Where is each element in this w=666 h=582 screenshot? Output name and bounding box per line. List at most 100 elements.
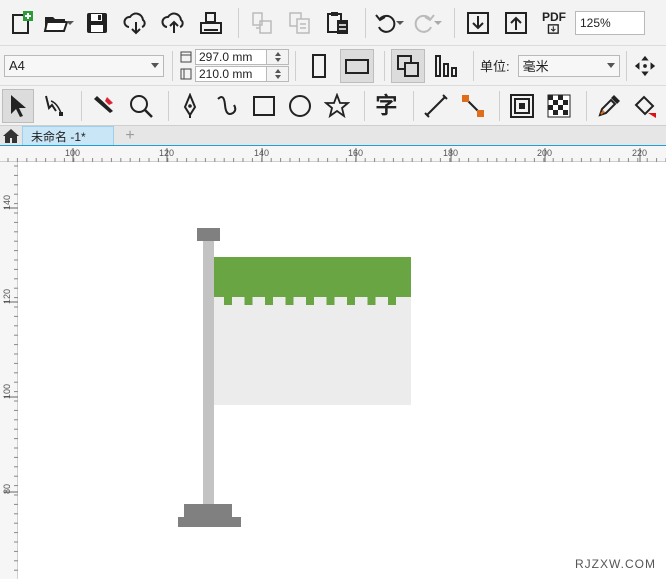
zoom-tool[interactable] bbox=[125, 89, 157, 123]
width-spinner[interactable] bbox=[267, 49, 289, 65]
current-page-button[interactable] bbox=[429, 49, 463, 83]
export-button[interactable] bbox=[499, 6, 533, 40]
toolbar-separator bbox=[499, 90, 501, 121]
portrait-button[interactable] bbox=[302, 49, 336, 83]
import-icon bbox=[467, 11, 489, 34]
paste-button[interactable] bbox=[321, 6, 355, 40]
landscape-button[interactable] bbox=[340, 48, 374, 83]
ruler-label: 100 bbox=[2, 384, 12, 399]
knife-icon bbox=[94, 95, 114, 113]
cloud-download-button[interactable] bbox=[118, 6, 152, 40]
pole-cap[interactable] bbox=[197, 228, 220, 241]
height-spinner[interactable] bbox=[267, 66, 289, 82]
star-icon bbox=[323, 92, 350, 118]
page-height-input[interactable]: 210.0 mm bbox=[195, 66, 267, 82]
toolbar-separator bbox=[81, 90, 83, 121]
toolbar-separator bbox=[238, 7, 239, 38]
page-width-input[interactable]: 297.0 mm bbox=[195, 49, 267, 65]
units-dropdown[interactable]: 毫米 bbox=[517, 54, 620, 77]
all-pages-button[interactable] bbox=[391, 48, 425, 83]
cut-icon bbox=[252, 11, 272, 34]
nudge-button[interactable] bbox=[633, 49, 657, 83]
page-size-dropdown[interactable]: A4 bbox=[4, 54, 164, 77]
dimension-tool[interactable] bbox=[420, 89, 452, 123]
polygon-tool[interactable] bbox=[321, 89, 353, 123]
toolbar-separator bbox=[172, 50, 173, 81]
flag-pole[interactable] bbox=[203, 240, 214, 505]
new-document-button[interactable] bbox=[4, 6, 38, 40]
transparency-tool[interactable] bbox=[543, 89, 575, 123]
toolbar-separator bbox=[625, 50, 627, 81]
flag-teeth bbox=[224, 297, 396, 305]
save-button[interactable] bbox=[80, 6, 114, 40]
horizontal-ruler[interactable]: 100 120 140 160 180 200 220 bbox=[0, 146, 666, 162]
ellipse-tool[interactable] bbox=[284, 89, 316, 123]
vertical-ruler[interactable]: 140 120 100 80 bbox=[0, 162, 18, 579]
page-height-icon bbox=[180, 68, 192, 80]
printer-icon bbox=[200, 11, 222, 34]
flag-green-band[interactable] bbox=[214, 257, 411, 297]
pole-base-bottom[interactable] bbox=[178, 517, 241, 527]
all-pages-icon bbox=[397, 54, 419, 77]
home-icon[interactable] bbox=[2, 127, 20, 145]
cursor-arrow-icon bbox=[10, 94, 26, 117]
cut-button[interactable] bbox=[245, 6, 279, 40]
pen-tool[interactable] bbox=[175, 89, 207, 123]
eyedropper-icon bbox=[597, 94, 620, 117]
print-button[interactable] bbox=[194, 6, 228, 40]
toolbar-separator bbox=[167, 90, 169, 121]
document-tab-bar: 未命名 -1* + bbox=[0, 126, 666, 146]
toolbar-separator bbox=[454, 7, 455, 38]
horizontal-ruler-ticks: 100 120 140 160 180 200 220 bbox=[7, 148, 666, 162]
zoom-level-value: 125% bbox=[580, 15, 611, 30]
rectangle-tool[interactable] bbox=[248, 89, 280, 123]
checkerboard-icon bbox=[547, 94, 571, 117]
copy-button[interactable] bbox=[283, 6, 317, 40]
cloud-upload-button[interactable] bbox=[156, 6, 190, 40]
flag-tooth bbox=[367, 297, 376, 305]
flag-tooth bbox=[388, 297, 396, 305]
pick-tool[interactable] bbox=[2, 88, 34, 123]
pole-base-top[interactable] bbox=[184, 504, 232, 517]
fill-tool[interactable] bbox=[629, 89, 661, 123]
flag-tooth bbox=[244, 297, 253, 305]
toolbar-separator bbox=[295, 50, 296, 81]
redo-button[interactable] bbox=[410, 6, 444, 40]
shape-tool[interactable] bbox=[39, 89, 71, 123]
ruler-label: 220 bbox=[632, 148, 647, 158]
add-tab-button[interactable]: + bbox=[120, 126, 140, 145]
current-page-icon bbox=[435, 54, 457, 77]
eyedropper-tool[interactable] bbox=[593, 89, 625, 123]
text-tool[interactable]: 字 bbox=[371, 89, 403, 123]
curve-icon bbox=[217, 95, 237, 115]
zoom-level-input[interactable]: 125% bbox=[575, 10, 645, 35]
flag-illustration[interactable] bbox=[18, 162, 666, 579]
document-tab[interactable]: 未命名 -1* bbox=[22, 126, 114, 145]
floppy-disk-icon bbox=[87, 12, 107, 33]
undo-button[interactable] bbox=[372, 6, 406, 40]
ruler-label: 120 bbox=[159, 148, 174, 158]
contour-tool[interactable] bbox=[506, 89, 538, 123]
export-pdf-button[interactable]: PDF bbox=[537, 6, 571, 40]
connector-tool[interactable] bbox=[457, 89, 489, 123]
toolbar-separator bbox=[365, 7, 366, 38]
import-button[interactable] bbox=[461, 6, 495, 40]
pdf-label: PDF bbox=[542, 9, 566, 24]
property-bar: A4 297.0 mm 210.0 mm 单位: 毫米 bbox=[0, 46, 666, 86]
ellipse-icon bbox=[289, 94, 312, 117]
freehand-tool[interactable] bbox=[211, 89, 243, 123]
toolbar-separator bbox=[585, 90, 587, 121]
ruler-label: 140 bbox=[254, 148, 269, 158]
new-document-icon bbox=[12, 10, 33, 34]
contour-icon bbox=[510, 93, 535, 118]
page-width-icon bbox=[180, 51, 192, 63]
portrait-page-icon bbox=[312, 53, 326, 78]
clipboard-icon bbox=[327, 11, 348, 34]
toolbar-separator bbox=[413, 90, 415, 121]
open-button[interactable] bbox=[42, 6, 76, 40]
connector-icon bbox=[461, 94, 484, 117]
drawing-canvas[interactable]: RJZXW.COM bbox=[18, 162, 666, 579]
crop-tool[interactable] bbox=[88, 89, 120, 123]
ruler-label: 140 bbox=[2, 195, 12, 210]
ruler-label: 100 bbox=[65, 148, 80, 158]
